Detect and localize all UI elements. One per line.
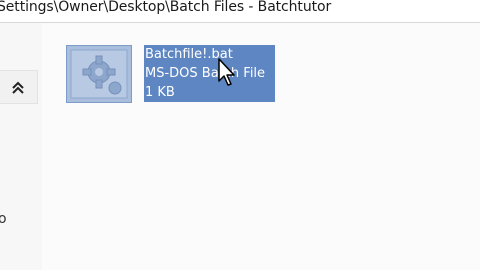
window-title-bar: Settings\Owner\Desktop\Batch Files - Bat… — [0, 0, 480, 23]
pane-text-fragment: o — [0, 211, 7, 227]
file-name[interactable]: Batchfile!.bat — [144, 45, 275, 64]
collapse-button[interactable] — [0, 70, 38, 104]
navigation-pane: o — [0, 23, 42, 270]
mouse-pointer-icon — [218, 58, 235, 86]
explorer-window: Settings\Owner\Desktop\Batch Files - Bat… — [0, 0, 480, 270]
file-item-batchfile[interactable]: Batchfile!.bat MS-DOS Batch File 1 KB — [66, 45, 278, 107]
window-title: Settings\Owner\Desktop\Batch Files - Bat… — [0, 0, 332, 15]
double-chevron-up-icon — [12, 81, 24, 94]
batch-file-gear-icon[interactable] — [66, 45, 132, 103]
gear-icon — [70, 49, 128, 99]
file-label-selection[interactable]: Batchfile!.bat MS-DOS Batch File 1 KB — [144, 45, 275, 102]
file-list-area[interactable]: Batchfile!.bat MS-DOS Batch File 1 KB — [42, 23, 480, 270]
file-size: 1 KB — [144, 83, 275, 102]
file-type: MS-DOS Batch File — [144, 64, 275, 83]
